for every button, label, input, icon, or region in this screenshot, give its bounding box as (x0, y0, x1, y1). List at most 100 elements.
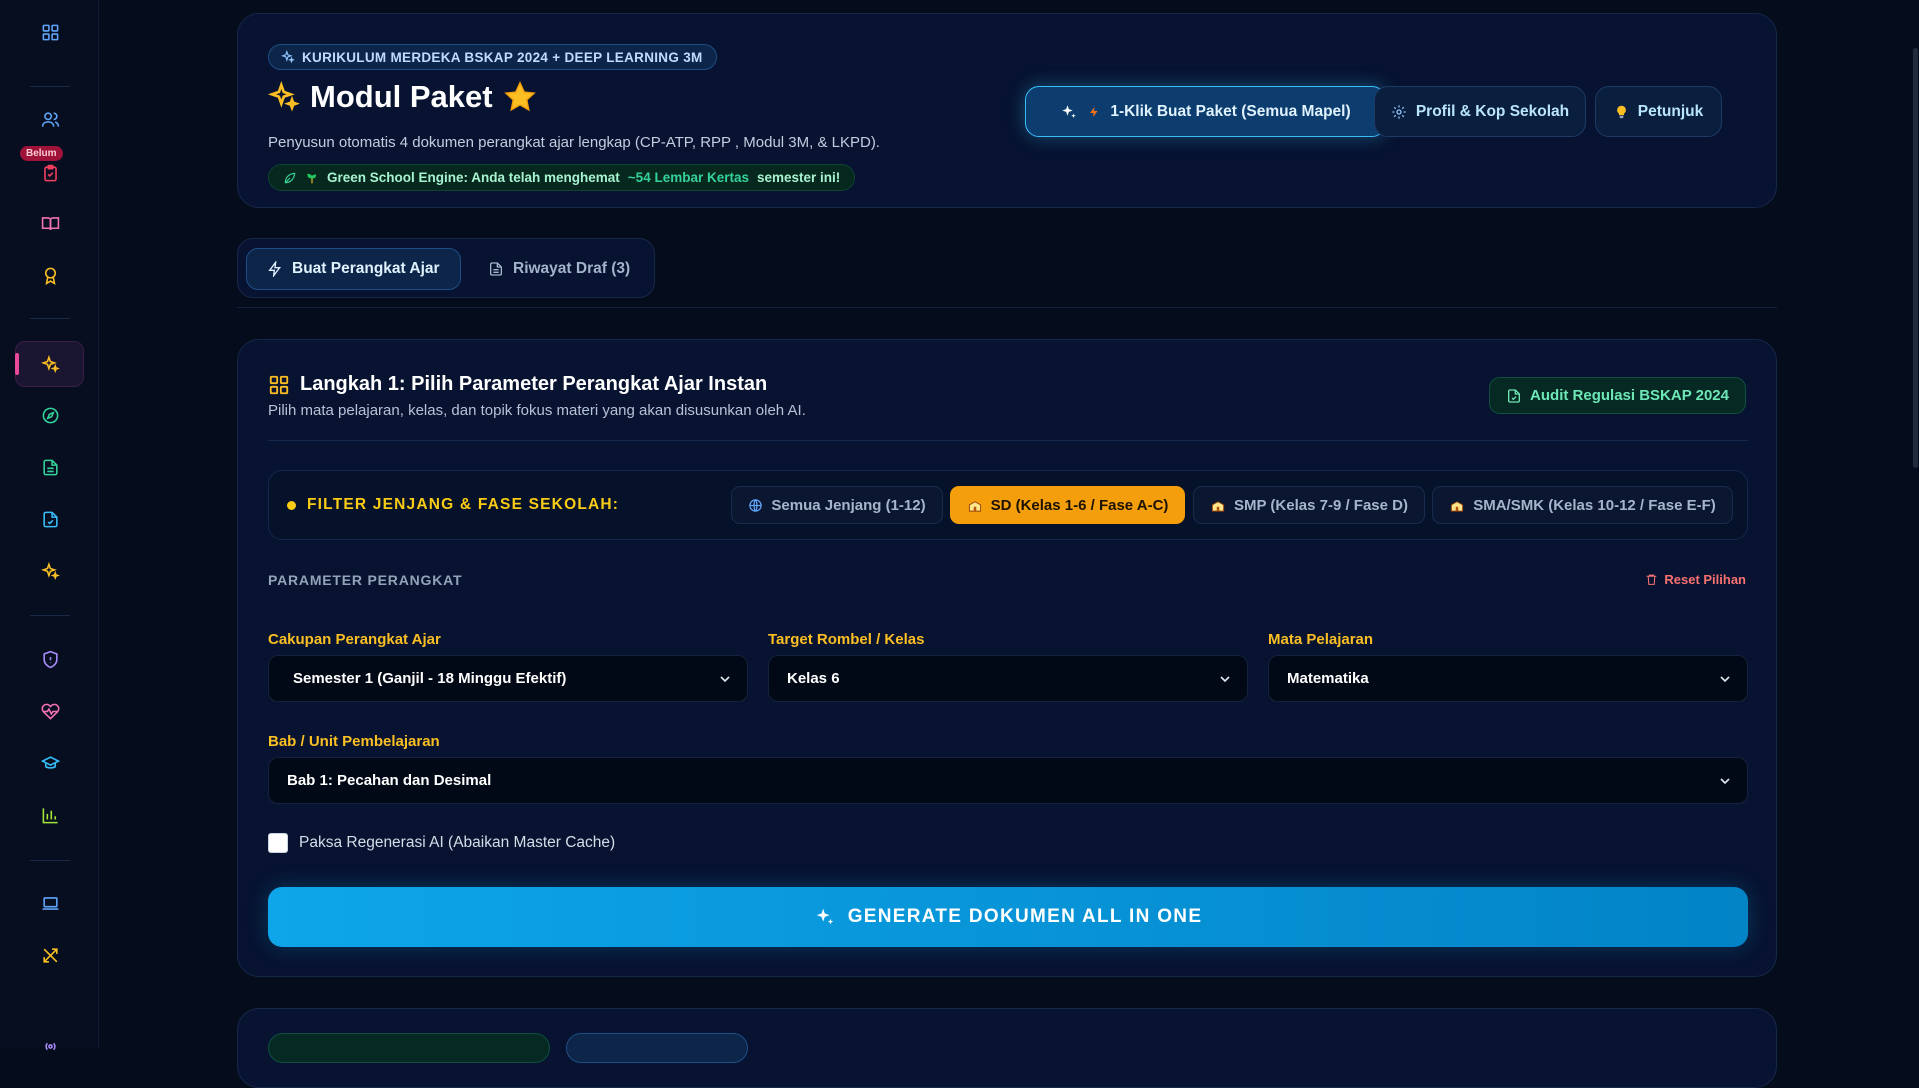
sparkles-icon (816, 908, 833, 925)
filter-chip-label: Semua Jenjang (1-12) (771, 496, 926, 514)
next-section-card (237, 1008, 1777, 1088)
tab-draft-history-label: Riwayat Draf (3) (513, 260, 631, 277)
class-select[interactable]: Kelas 6 (768, 655, 1248, 702)
sidebar-divider (30, 318, 70, 319)
tab-draft-history[interactable]: Riwayat Draf (3) (468, 248, 650, 290)
generate-all-label: GENERATE DOKUMEN ALL IN ONE (847, 906, 1203, 927)
filter-chip-sd[interactable]: SD (Kelas 1-6 / Fase A-C) (950, 486, 1185, 524)
users-icon[interactable] (34, 103, 66, 135)
file-text-icon[interactable] (34, 451, 66, 483)
scrollbar-track[interactable] (1911, 0, 1919, 1047)
chapter-label: Bab / Unit Pembelajaran (268, 733, 440, 750)
coverage-select-value: Semester 1 (Ganjil - 18 Minggu Efektif) (293, 670, 567, 687)
audit-regulation-button[interactable]: Audit Regulasi BSKAP 2024 (1489, 377, 1746, 414)
award-icon[interactable] (34, 259, 66, 291)
sparkles-icon (1062, 104, 1077, 118)
step-subtitle: Pilih mata pelajaran, kelas, dan topik f… (268, 402, 806, 419)
lightbulb-icon (1616, 105, 1626, 118)
section-pill (268, 1033, 550, 1063)
heart-pulse-icon[interactable] (34, 695, 66, 727)
filter-chip-label: SMA/SMK (Kelas 10-12 / Fase E-F) (1473, 496, 1716, 514)
main-content: KURIKULUM MERDEKA BSKAP 2024 + DEEP LEAR… (99, 0, 1919, 1088)
section-divider (237, 307, 1777, 308)
reset-selection-button[interactable]: Reset Pilihan (1645, 572, 1746, 587)
sidebar-active-indicator (15, 353, 19, 375)
parameters-heading: PARAMETER PERANGKAT (268, 572, 463, 588)
guide-button[interactable]: Petunjuk (1595, 86, 1722, 137)
sidebar: Belum (0, 0, 99, 1050)
filter-chip-sma-smk[interactable]: SMA/SMK (Kelas 10-12 / Fase E-F) (1432, 486, 1733, 524)
page-subtitle: Penyusun otomatis 4 dokumen perangkat aj… (268, 134, 880, 151)
one-click-package-label: 1-Klik Buat Paket (Semua Mapel) (1110, 102, 1351, 120)
book-open-icon[interactable] (34, 207, 66, 239)
section-pill (566, 1033, 748, 1063)
green-engine-highlight: ~54 Lembar Kertas (627, 170, 749, 185)
green-engine-pill: Green School Engine: Anda telah menghema… (268, 164, 856, 191)
subject-select[interactable]: Matematika (1268, 655, 1748, 702)
globe-icon (749, 498, 763, 512)
filter-chip-smp[interactable]: SMP (Kelas 7-9 / Fase D) (1193, 486, 1425, 524)
laptop-icon[interactable] (34, 887, 66, 919)
dot-icon (287, 500, 296, 510)
filter-chip-label: SD (Kelas 1-6 / Fase A-C) (990, 496, 1169, 514)
coverage-label: Cakupan Perangkat Ajar (268, 631, 441, 648)
class-label: Target Rombel / Kelas (768, 631, 925, 648)
school-profile-label: Profil & Kop Sekolah (1415, 102, 1570, 120)
subject-label: Mata Pelajaran (1268, 631, 1374, 648)
sparkles-icon (281, 50, 295, 64)
grid-icon (269, 375, 289, 394)
sidebar-divider (30, 86, 70, 87)
one-click-package-button[interactable]: 1-Klik Buat Paket (Semua Mapel) (1025, 86, 1386, 137)
leaf-icon (284, 172, 296, 183)
curriculum-pill-label: KURIKULUM MERDEKA BSKAP 2024 + DEEP LEAR… (302, 49, 703, 65)
grid-icon[interactable] (34, 16, 66, 48)
file-check-icon (1508, 388, 1521, 403)
tab-create-material[interactable]: Buat Perangkat Ajar (246, 248, 461, 290)
force-regenerate-label: Paksa Regenerasi AI (Abaikan Master Cach… (299, 834, 616, 851)
chapter-select[interactable]: Bab 1: Pecahan dan Desimal (268, 757, 1748, 804)
chevron-down-icon (720, 676, 730, 683)
sparkles-icon[interactable] (34, 555, 66, 587)
graduation-cap-icon[interactable] (34, 747, 66, 779)
class-select-value: Kelas 6 (787, 670, 840, 687)
filter-label: FILTER JENJANG & FASE SEKOLAH: (287, 496, 619, 514)
generate-all-button[interactable]: GENERATE DOKUMEN ALL IN ONE (268, 887, 1748, 947)
broadcast-icon[interactable] (34, 1030, 66, 1062)
sidebar-divider (30, 860, 70, 861)
chapter-select-value: Bab 1: Pecahan dan Desimal (287, 772, 492, 789)
sparkles-icon[interactable] (34, 348, 66, 380)
gear-icon (1392, 104, 1406, 119)
clipboard-check-icon[interactable] (34, 157, 66, 189)
tab-create-material-label: Buat Perangkat Ajar (292, 260, 440, 277)
star-icon (503, 81, 536, 112)
force-regenerate-checkbox-row[interactable]: Paksa Regenerasi AI (Abaikan Master Cach… (268, 833, 615, 853)
compass-icon[interactable] (34, 399, 66, 431)
green-engine-prefix: Green School Engine: Anda telah menghema… (327, 170, 620, 185)
seedling-icon (307, 173, 317, 183)
trash-icon (1646, 574, 1657, 585)
page-title: Modul Paket (310, 79, 493, 114)
sidebar-divider (30, 615, 70, 616)
header-card: KURIKULUM MERDEKA BSKAP 2024 + DEEP LEAR… (237, 13, 1777, 208)
school-profile-button[interactable]: Profil & Kop Sekolah (1374, 86, 1586, 137)
file-check-icon[interactable] (34, 503, 66, 535)
filter-chip-all-levels[interactable]: Semua Jenjang (1-12) (731, 486, 943, 524)
tools-icon[interactable] (34, 939, 66, 971)
step-1-card: Langkah 1: Pilih Parameter Perangkat Aja… (237, 339, 1777, 977)
school-icon (968, 500, 981, 512)
coverage-select[interactable]: Semester 1 (Ganjil - 18 Minggu Efektif) (268, 655, 748, 702)
subject-select-value: Matematika (1287, 670, 1369, 687)
step-title-row: Langkah 1: Pilih Parameter Perangkat Aja… (268, 373, 767, 396)
curriculum-pill: KURIKULUM MERDEKA BSKAP 2024 + DEEP LEAR… (268, 44, 717, 70)
file-text-icon (490, 262, 502, 276)
filter-chip-label: SMP (Kelas 7-9 / Fase D) (1234, 496, 1408, 514)
chevron-down-icon (1220, 676, 1230, 683)
green-engine-suffix: semester ini! (757, 170, 841, 185)
sparkles-icon (268, 81, 300, 112)
bar-chart-icon[interactable] (34, 799, 66, 831)
reset-selection-label: Reset Pilihan (1664, 572, 1746, 587)
shield-icon[interactable] (34, 643, 66, 675)
audit-regulation-label: Audit Regulasi BSKAP 2024 (1530, 387, 1729, 404)
scrollbar-thumb[interactable] (1913, 48, 1918, 468)
force-regenerate-checkbox[interactable] (268, 833, 288, 853)
